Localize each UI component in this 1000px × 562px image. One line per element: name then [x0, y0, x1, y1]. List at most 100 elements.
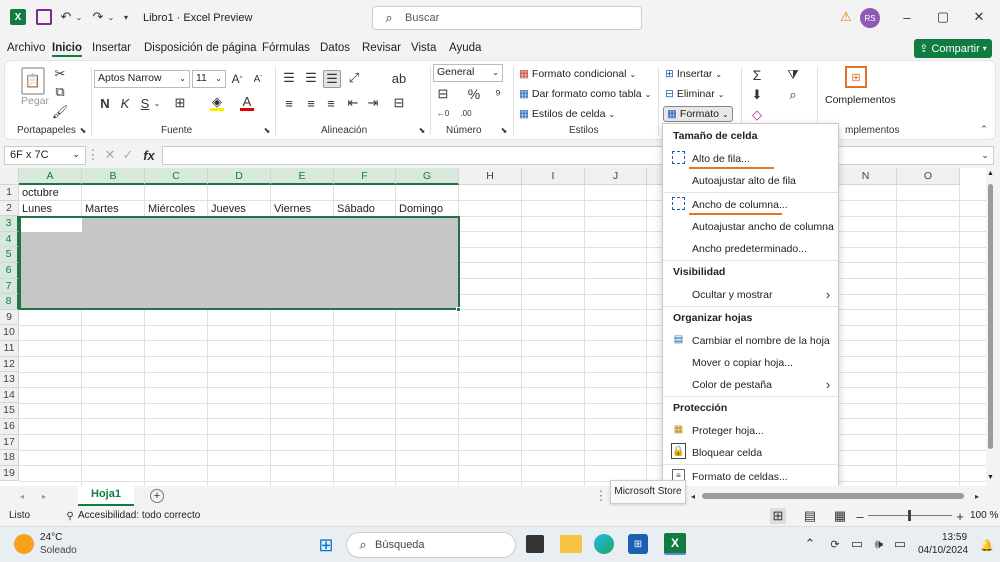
- italic-icon[interactable]: K: [118, 95, 132, 111]
- select-all-corner[interactable]: [0, 168, 19, 185]
- percent-icon[interactable]: %: [467, 86, 481, 102]
- column-header[interactable]: F: [334, 168, 396, 185]
- cell-c2[interactable]: Miércoles: [148, 203, 195, 215]
- cell-f2[interactable]: Sábado: [337, 203, 375, 215]
- row-header[interactable]: 16: [0, 419, 19, 435]
- tab-disposicion[interactable]: Disposición de página: [144, 42, 257, 54]
- increase-font-icon[interactable]: A ^: [230, 71, 244, 87]
- format-button[interactable]: ▦ Formato ⌄: [663, 106, 733, 122]
- tab-revisar[interactable]: Revisar: [362, 42, 401, 54]
- menu-tab-color[interactable]: Color de pestaña: [692, 379, 772, 391]
- save-icon[interactable]: [36, 9, 52, 25]
- row-header[interactable]: 17: [0, 434, 19, 451]
- accessibility-icon[interactable]: ⚲: [64, 509, 76, 523]
- align-bottom-icon[interactable]: ☰: [323, 70, 341, 88]
- align-right-icon[interactable]: ≡: [323, 95, 339, 111]
- collapse-ribbon-icon[interactable]: ⌃: [977, 123, 991, 135]
- row-header[interactable]: 19: [0, 465, 19, 482]
- normal-view-icon[interactable]: ⊞: [770, 508, 786, 524]
- row-header[interactable]: 5: [0, 247, 19, 263]
- dialog-launcher-icon[interactable]: ⬊: [78, 125, 88, 135]
- sun-icon[interactable]: [14, 534, 34, 554]
- next-sheet-icon[interactable]: ▸: [39, 489, 49, 503]
- row-header[interactable]: 4: [0, 231, 19, 248]
- menu-protect[interactable]: Proteger hoja...: [692, 425, 764, 437]
- autosum-icon[interactable]: Σ: [749, 67, 765, 83]
- align-center-icon[interactable]: ≡: [303, 95, 319, 111]
- tab-ayuda[interactable]: Ayuda: [449, 42, 481, 54]
- insert-button[interactable]: ⊞ Insertar ⌄: [665, 68, 722, 80]
- sheet-tab-hoja1[interactable]: Hoja1: [78, 486, 134, 506]
- warning-icon[interactable]: ⚠: [838, 9, 854, 25]
- font-name-select[interactable]: Aptos Narrow ⌄: [94, 70, 190, 88]
- decrease-font-icon[interactable]: Aˇ: [251, 71, 265, 87]
- prev-sheet-icon[interactable]: ◂: [17, 489, 27, 503]
- align-top-icon[interactable]: ☰: [281, 70, 297, 86]
- worksheet-grid[interactable]: ABCDEFGHIJKLMNO 123456789101112131415161…: [0, 168, 995, 486]
- dialog-launcher-icon[interactable]: ⬊: [417, 125, 427, 135]
- column-header[interactable]: D: [208, 168, 271, 185]
- menu-lock[interactable]: Bloquear celda: [692, 447, 762, 459]
- chevron-up-icon[interactable]: ⌃: [804, 536, 816, 552]
- column-header[interactable]: A: [19, 168, 82, 185]
- cancel-icon[interactable]: ✕: [103, 147, 117, 163]
- cell-g2[interactable]: Domingo: [399, 203, 443, 215]
- row-header[interactable]: 2: [0, 200, 19, 217]
- row-header[interactable]: 12: [0, 356, 19, 373]
- dialog-launcher-icon[interactable]: ⬊: [262, 125, 272, 135]
- decrease-decimal-icon[interactable]: .00: [458, 106, 474, 120]
- bold-icon[interactable]: N: [98, 95, 112, 111]
- row-header[interactable]: 11: [0, 341, 19, 357]
- cell-a2[interactable]: Lunes: [22, 203, 52, 215]
- avatar[interactable]: RS: [860, 8, 880, 28]
- cell-b2[interactable]: Martes: [85, 203, 119, 215]
- undo-dropdown-icon[interactable]: ⌄: [74, 8, 84, 26]
- fill-handle[interactable]: [456, 307, 461, 312]
- microsoft-store-icon[interactable]: ⊞: [628, 534, 648, 554]
- column-header[interactable]: J: [585, 168, 647, 185]
- search-box[interactable]: ⌕ Buscar: [372, 6, 642, 30]
- minimize-icon[interactable]: –: [898, 8, 916, 26]
- underline-icon[interactable]: S: [138, 95, 152, 111]
- redo-icon[interactable]: ↷: [90, 8, 106, 26]
- row-header[interactable]: 1: [0, 185, 19, 201]
- addins-icon[interactable]: ⊞: [845, 66, 867, 88]
- column-header[interactable]: C: [145, 168, 208, 185]
- page-layout-icon[interactable]: ▤: [802, 508, 818, 524]
- wrap-text-icon[interactable]: ab: [391, 70, 407, 86]
- edge-browser-icon[interactable]: [594, 534, 614, 554]
- row-header[interactable]: 3: [0, 216, 19, 232]
- tab-datos[interactable]: Datos: [320, 42, 350, 54]
- menu-column-width[interactable]: Ancho de columna...: [692, 199, 788, 211]
- row-header[interactable]: 18: [0, 450, 19, 466]
- add-sheet-icon[interactable]: +: [150, 489, 164, 503]
- weather-desc[interactable]: Soleado: [40, 545, 77, 556]
- accounting-format-icon[interactable]: ⊟: [435, 86, 451, 102]
- zoom-level[interactable]: 100 %: [970, 510, 998, 521]
- row-header[interactable]: 15: [0, 403, 19, 419]
- increase-indent-icon[interactable]: ⇥: [365, 95, 381, 111]
- conditional-format-button[interactable]: ▦ Formato condicional ⌄: [519, 68, 636, 80]
- scroll-up-icon[interactable]: ▲: [987, 170, 994, 177]
- active-cell[interactable]: [21, 218, 82, 232]
- menu-hide-show[interactable]: Ocultar y mostrar: [692, 289, 773, 301]
- column-header[interactable]: I: [522, 168, 585, 185]
- menu-autofit-row[interactable]: Autoajustar alto de fila: [692, 175, 796, 187]
- sort-filter-icon[interactable]: ⧩: [785, 67, 801, 83]
- font-size-select[interactable]: 11 ⌄: [192, 70, 226, 88]
- fill-color-icon[interactable]: ◈: [210, 94, 224, 111]
- align-left-icon[interactable]: ≡: [281, 95, 297, 111]
- increase-decimal-icon[interactable]: ←0: [435, 106, 451, 120]
- maximize-icon[interactable]: ▢: [934, 8, 952, 26]
- row-header[interactable]: 10: [0, 325, 19, 341]
- row-header[interactable]: 9: [0, 309, 19, 326]
- zoom-slider[interactable]: [868, 510, 952, 521]
- customize-qat-icon[interactable]: ▾: [120, 8, 132, 26]
- task-view-icon[interactable]: [526, 535, 544, 553]
- horizontal-scrollbar[interactable]: [702, 493, 964, 499]
- column-header[interactable]: N: [835, 168, 897, 185]
- scroll-down-icon[interactable]: ▼: [987, 474, 994, 481]
- font-color-icon[interactable]: A: [240, 94, 254, 111]
- status-accessibility[interactable]: Accesibilidad: todo correcto: [78, 510, 200, 521]
- expand-formula-icon[interactable]: ⌄: [978, 148, 992, 162]
